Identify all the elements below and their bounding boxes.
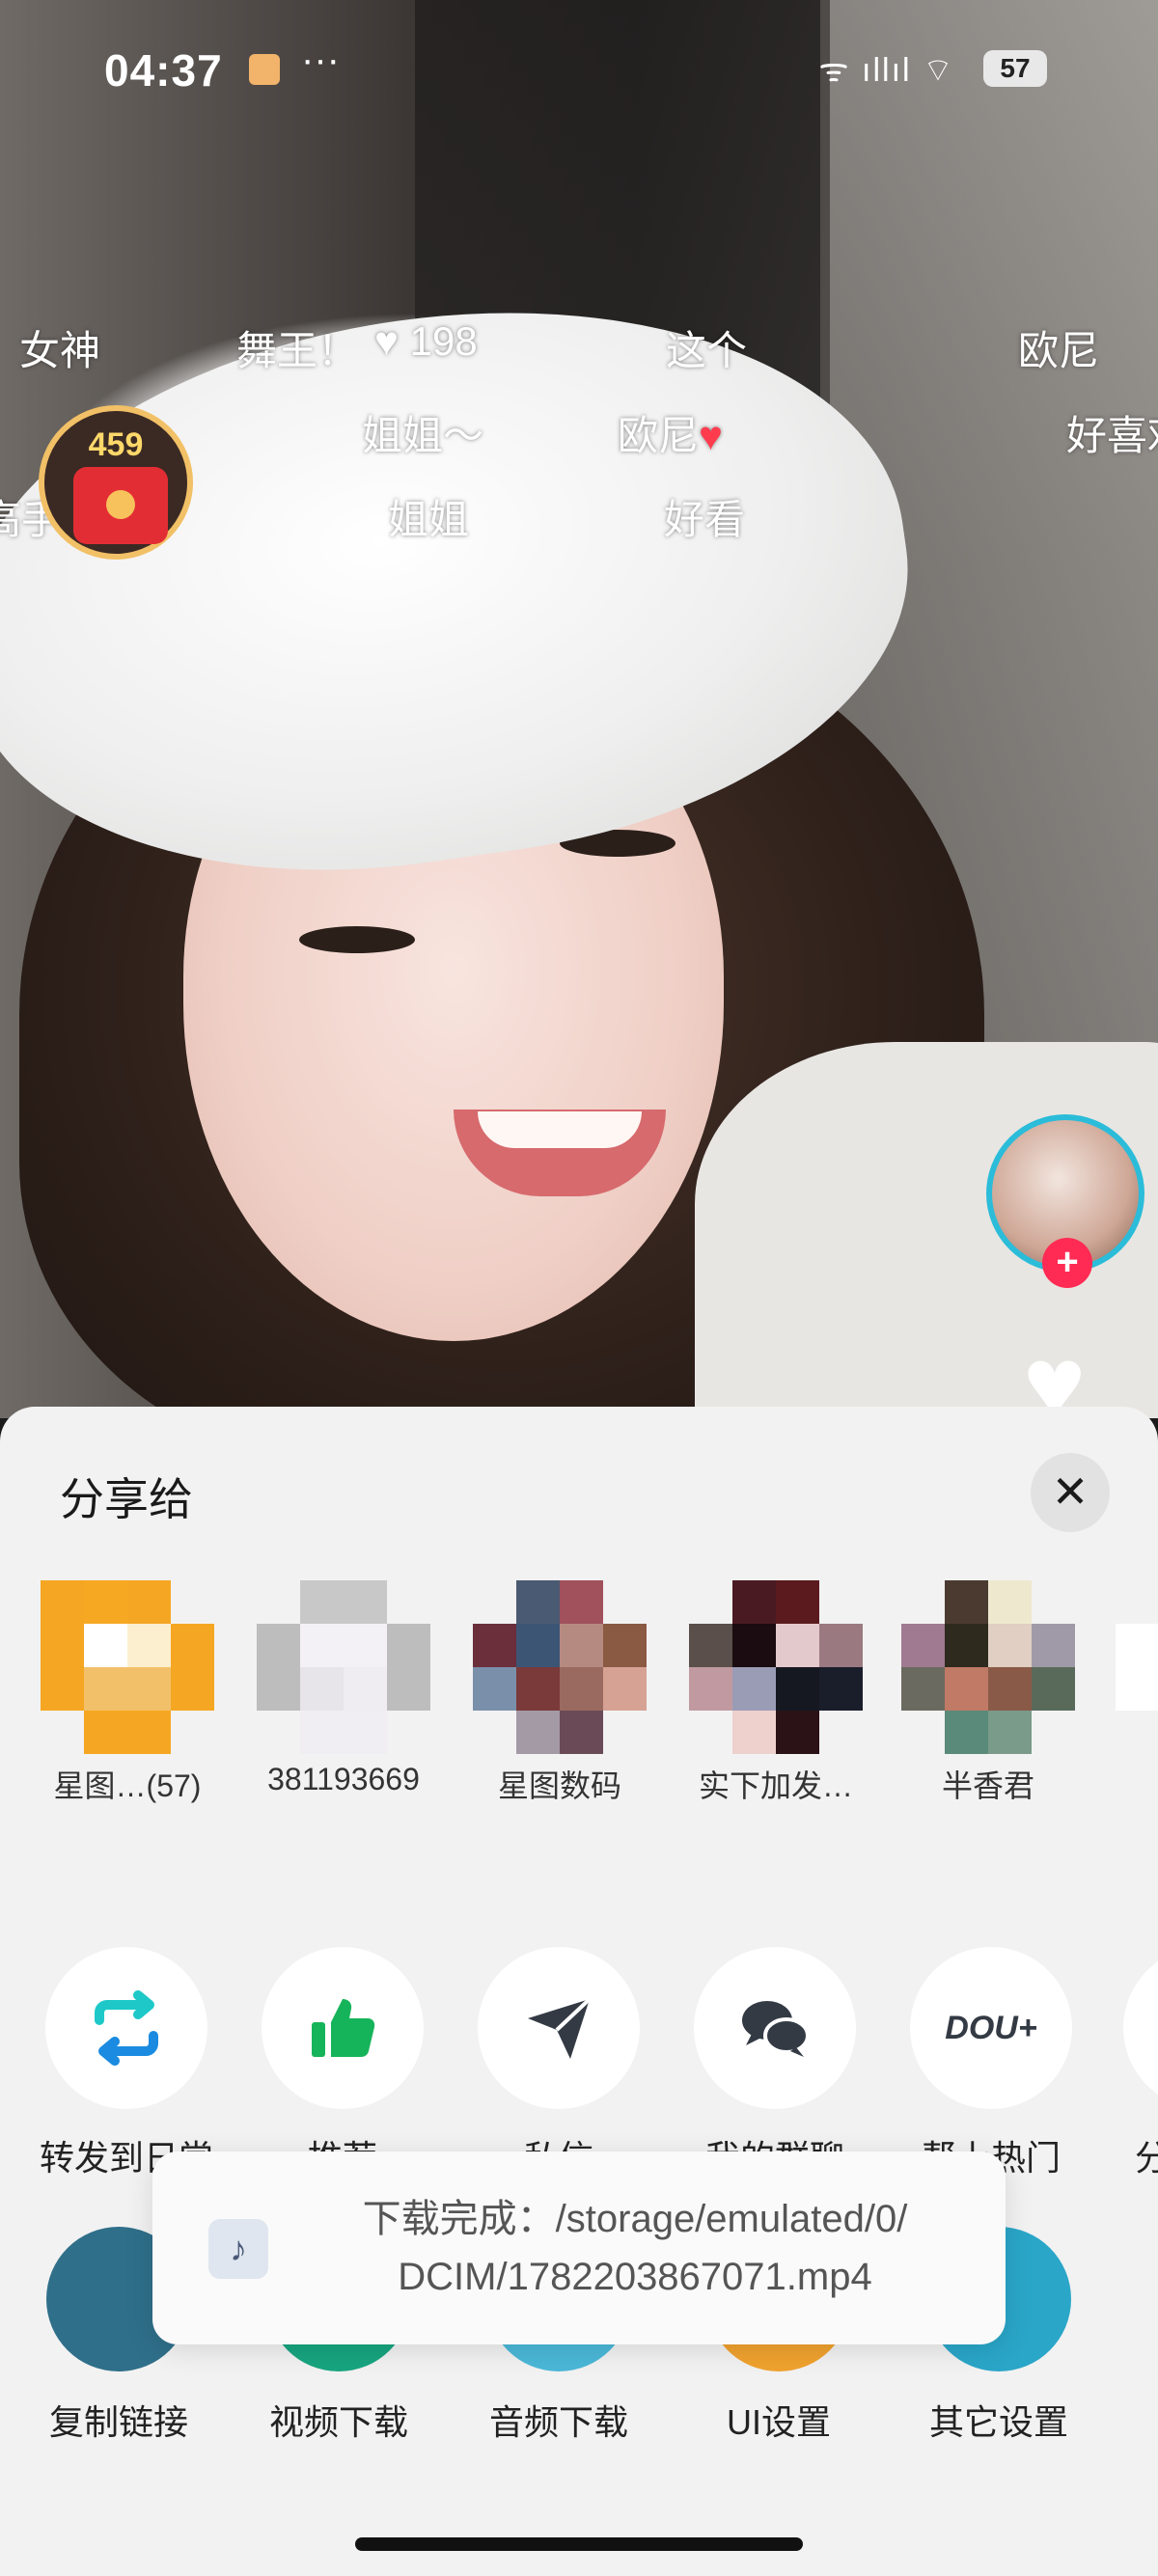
danmaku-comment: 姐姐: [388, 497, 470, 542]
red-packet-icon: [73, 467, 168, 544]
red-packet-button[interactable]: 459: [39, 405, 193, 560]
signal-wifi-icon: ᯤ ıllıl ⌔: [818, 52, 955, 89]
friend-item[interactable]: 星图数码: [473, 1580, 647, 1806]
tool-label: 音频下载: [488, 2402, 628, 2442]
friend-avatar: [1116, 1580, 1158, 1754]
danmaku-comment: 舞王！: [236, 328, 359, 373]
share-sheet: 分享给 ✕ 星图…(57) 381193669 星图数码 实下加发… 半香君 转…: [0, 1407, 1158, 2576]
video-subject-eye: [299, 926, 415, 953]
danmaku-comment: 姐姐～: [362, 413, 484, 458]
dou-plus-button[interactable]: DOU+ 帮上热门: [890, 1947, 1092, 2180]
friend-name: 星图…(57): [53, 1768, 202, 1803]
share-more-button[interactable]: 分享: [1100, 1947, 1158, 2180]
danmaku-comment: 欧尼♥: [618, 413, 723, 458]
music-note-icon: ♪: [208, 2219, 268, 2279]
dou-plus-icon: DOU+: [945, 2009, 1037, 2046]
status-bar: 04:37 ··· ᯤ ıllıl ⌔ 57: [0, 0, 1158, 140]
red-packet-count: 459: [88, 426, 144, 463]
repost-icon: [95, 1990, 158, 2066]
private-message-button[interactable]: 私信: [457, 1947, 660, 2180]
friend-name: 381193669: [267, 1762, 420, 1796]
tool-label: 其它设置: [928, 2402, 1068, 2442]
author-avatar[interactable]: +: [986, 1114, 1144, 1288]
share-actions-row: 转发到日常 推荐 私信: [0, 1947, 1158, 2178]
toast-message: 下载完成：/storage/emulated/0/ DCIM/178220386…: [362, 2198, 908, 2298]
recommend-button[interactable]: 推荐: [241, 1947, 444, 2180]
tool-label: 视频下载: [268, 2402, 408, 2442]
battery-indicator: 57: [983, 50, 1047, 87]
friend-avatar: [901, 1580, 1075, 1754]
tool-label: UI设置: [726, 2402, 831, 2442]
friend-item[interactable]: 星图…(57): [41, 1580, 214, 1806]
send-icon: [528, 1997, 592, 2059]
download-toast: ♪ 下载完成：/storage/emulated/0/ DCIM/1782203…: [152, 2151, 1006, 2344]
friend-avatar: [473, 1580, 647, 1754]
status-time: 04:37: [104, 45, 223, 96]
danmaku-comment: 好看: [664, 497, 746, 542]
friend-name: 半香君: [941, 1768, 1034, 1803]
friend-item[interactable]: 381193669: [257, 1580, 430, 1797]
action-label: 分享: [1135, 2138, 1158, 2178]
danmaku-comment: 好喜欢: [1066, 413, 1158, 458]
danmaku-comment: 欧尼: [1018, 328, 1100, 373]
my-groups-button[interactable]: 我的群聊: [674, 1947, 876, 2180]
friend-name: 实下加发…: [698, 1768, 853, 1803]
friend-avatar: [257, 1580, 430, 1754]
friend-item[interactable]: 实下加发…: [689, 1580, 863, 1806]
more-notifications-icon: ···: [301, 39, 340, 81]
tool-label: 复制链接: [48, 2402, 188, 2442]
follow-plus-icon[interactable]: +: [1042, 1238, 1092, 1288]
share-sheet-title: 分享给: [60, 1474, 193, 1524]
heart-icon: ♥: [699, 413, 723, 458]
video-player[interactable]: [0, 0, 1158, 1418]
repost-button[interactable]: 转发到日常: [25, 1947, 228, 2180]
danmaku-comment: 女神: [19, 328, 101, 373]
danmaku-like-count: ♥ 198: [374, 318, 478, 364]
friend-name: 星图数码: [497, 1768, 621, 1803]
friend-item[interactable]: 半香君: [901, 1580, 1075, 1806]
video-subject-teeth: [478, 1111, 642, 1148]
chat-icon: [742, 2001, 810, 2057]
close-button[interactable]: ✕: [1031, 1453, 1110, 1532]
heart-icon: ♥: [374, 318, 399, 364]
home-indicator[interactable]: [355, 2537, 803, 2551]
friend-avatar: [41, 1580, 214, 1754]
friend-avatar: [689, 1580, 863, 1754]
share-friends-row: 星图…(57) 381193669 星图数码 实下加发… 半香君: [0, 1580, 1158, 1812]
notification-app-icon: [249, 54, 280, 85]
danmaku-comment: 这个: [666, 328, 748, 373]
friend-item[interactable]: [1116, 1580, 1158, 1754]
thumbs-up-icon: [312, 1999, 375, 2057]
